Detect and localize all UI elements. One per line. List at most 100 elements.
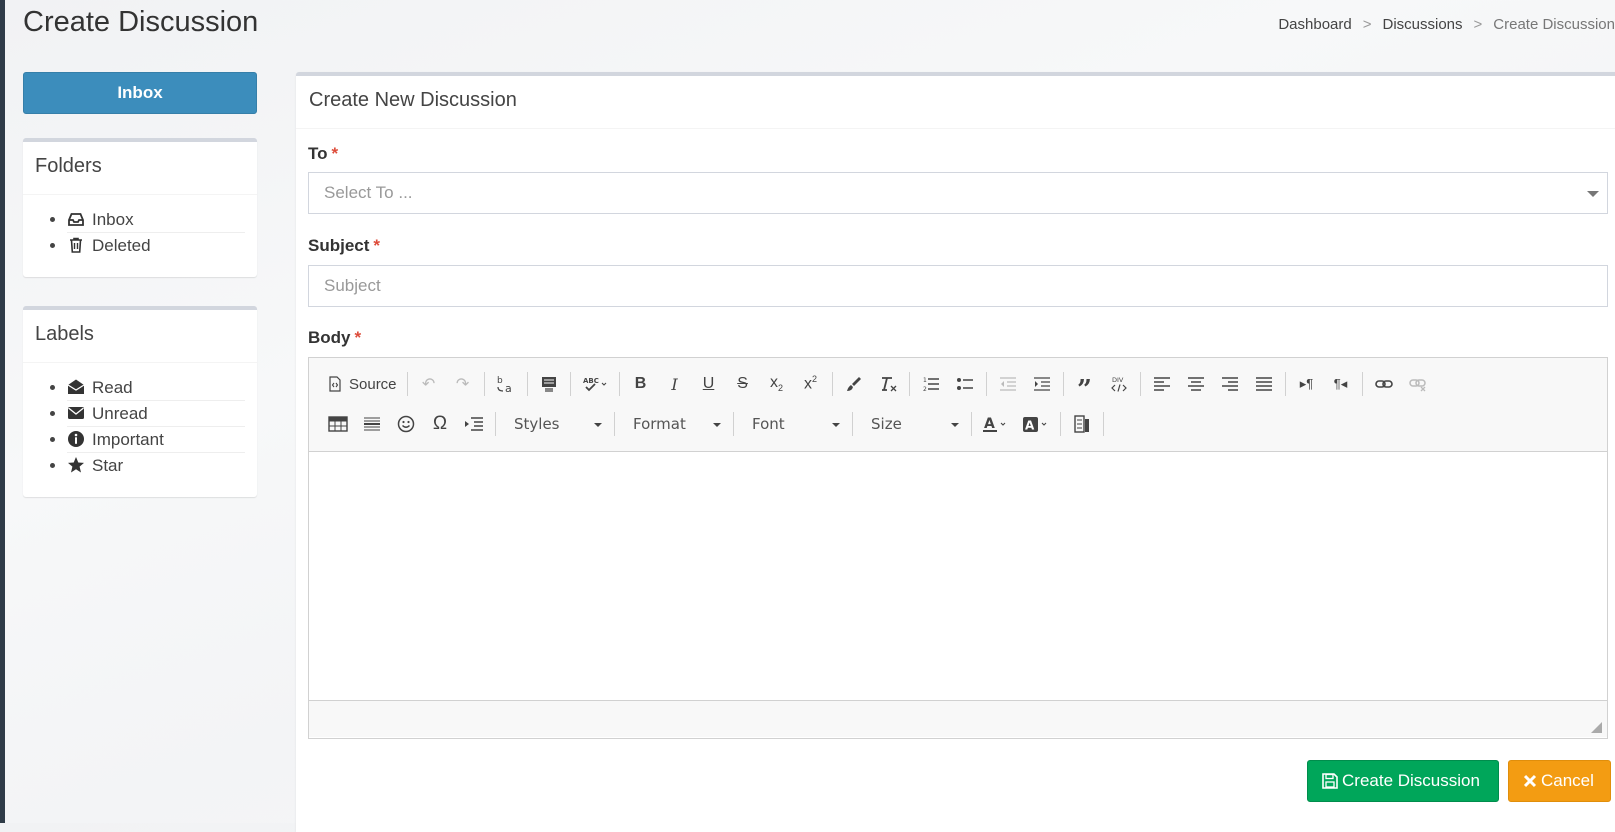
- resize-handle-icon[interactable]: [1591, 722, 1602, 733]
- editor-body-area[interactable]: [309, 452, 1607, 700]
- redo-button[interactable]: ↷: [446, 369, 480, 399]
- redo-icon: ↷: [455, 376, 470, 393]
- envelope-open-icon: [67, 378, 85, 396]
- toolbar-separator: [618, 372, 620, 396]
- show-blocks-button[interactable]: [1065, 409, 1099, 439]
- select-all-button[interactable]: [532, 369, 566, 399]
- panel-title: Create New Discussion: [296, 76, 1615, 129]
- subject-input[interactable]: [324, 276, 1592, 296]
- editor-footer: [309, 700, 1607, 737]
- to-label-text: To: [308, 144, 328, 163]
- remove-format-button[interactable]: [871, 369, 905, 399]
- folder-item-deleted[interactable]: Deleted: [67, 233, 245, 259]
- body-label: Body *: [308, 328, 361, 348]
- toolbar-separator: [1284, 372, 1286, 396]
- toolbar-separator: [1060, 412, 1061, 436]
- align-right-button[interactable]: [1213, 369, 1247, 399]
- close-icon: [1523, 774, 1537, 788]
- text-direction-rtl-icon: ¶◂: [1333, 376, 1348, 391]
- source-button[interactable]: Source: [321, 369, 403, 399]
- rtl-button[interactable]: ¶◂: [1324, 369, 1358, 399]
- cancel-button[interactable]: Cancel: [1508, 760, 1611, 802]
- font-dropdown[interactable]: Font: [738, 409, 848, 439]
- required-marker: *: [331, 144, 339, 163]
- info-circle-icon: [67, 430, 85, 448]
- indent-button[interactable]: [1025, 369, 1059, 399]
- copy-formatting-button[interactable]: [837, 369, 871, 399]
- align-left-button[interactable]: [1145, 369, 1179, 399]
- breadcrumb: Dashboard > Discussions > Create Discussion: [1278, 16, 1615, 33]
- select-all-icon: [541, 377, 556, 392]
- folders-box: Folders Inbox Deleted: [23, 138, 257, 277]
- undo-button[interactable]: ↶: [412, 369, 446, 399]
- folder-label: Inbox: [92, 210, 134, 229]
- blockquote-button[interactable]: ”: [1068, 369, 1102, 405]
- unlink-button[interactable]: [1401, 369, 1435, 399]
- align-center-button[interactable]: [1179, 369, 1213, 399]
- outdent-button[interactable]: [991, 369, 1025, 399]
- italic-button[interactable]: I: [658, 369, 692, 399]
- page-break-button[interactable]: [457, 409, 491, 439]
- svg-text:b: b: [497, 376, 503, 386]
- text-color-button[interactable]: A: [976, 409, 1016, 439]
- format-dropdown[interactable]: Format: [619, 409, 729, 439]
- link-button[interactable]: [1367, 369, 1401, 399]
- to-label: To *: [308, 144, 338, 164]
- smiley-icon: [397, 415, 415, 433]
- horizontal-line-button[interactable]: [355, 409, 389, 439]
- label-item-unread[interactable]: Unread: [67, 401, 245, 427]
- text-direction-ltr-icon: ▸¶: [1299, 376, 1314, 391]
- chevron-down-icon: [951, 423, 959, 427]
- labels-list: Read Unread Important Star: [23, 363, 257, 497]
- inbox-button[interactable]: Inbox: [23, 72, 257, 114]
- breadcrumb-current: Create Discussion: [1493, 16, 1615, 33]
- horizontal-rule-icon: [364, 417, 380, 431]
- special-char-button[interactable]: Ω: [423, 409, 457, 439]
- folders-list: Inbox Deleted: [23, 195, 257, 277]
- label-item-read[interactable]: Read: [67, 375, 245, 401]
- create-discussion-label: Create Discussion: [1342, 771, 1480, 790]
- svg-text:1: 1: [923, 377, 927, 384]
- superscript-button[interactable]: x2: [794, 369, 828, 399]
- justify-button[interactable]: [1247, 369, 1281, 399]
- spellcheck-button[interactable]: ABC: [575, 369, 615, 399]
- subscript-button[interactable]: x2: [760, 369, 794, 399]
- create-discussion-panel: Create New Discussion To * Select To ... …: [296, 72, 1615, 832]
- ltr-button[interactable]: ▸¶: [1290, 369, 1324, 399]
- subscript-icon: x2: [770, 374, 784, 394]
- svg-text:DIV: DIV: [1112, 376, 1124, 384]
- breadcrumb-dashboard[interactable]: Dashboard: [1278, 16, 1351, 33]
- numbered-list-button[interactable]: 12: [914, 369, 948, 399]
- bulleted-list-button[interactable]: [948, 369, 982, 399]
- toolbar-separator: [406, 372, 408, 396]
- toolbar-separator: [908, 372, 910, 396]
- underline-button[interactable]: U: [692, 369, 726, 399]
- div-container-icon: DIV: [1110, 376, 1127, 392]
- styles-dropdown[interactable]: Styles: [500, 409, 610, 439]
- align-right-icon: [1221, 377, 1238, 391]
- folder-item-inbox[interactable]: Inbox: [67, 207, 245, 233]
- blockquote-icon: ”: [1077, 375, 1093, 405]
- bold-icon: B: [634, 375, 647, 392]
- to-select[interactable]: Select To ...: [308, 172, 1608, 214]
- label-item-important[interactable]: Important: [67, 427, 245, 453]
- background-color-button[interactable]: A: [1016, 409, 1056, 439]
- table-button[interactable]: [321, 409, 355, 439]
- smiley-button[interactable]: [389, 409, 423, 439]
- replace-button[interactable]: ba: [489, 369, 523, 399]
- toolbar-separator: [569, 372, 571, 396]
- create-div-button[interactable]: DIV: [1102, 369, 1136, 399]
- bold-button[interactable]: B: [624, 369, 658, 399]
- strikethrough-button[interactable]: S: [726, 369, 760, 399]
- toolbar-separator: [483, 372, 485, 396]
- subject-field: [308, 265, 1608, 307]
- outdent-icon: [999, 377, 1016, 391]
- size-dropdown[interactable]: Size: [857, 409, 967, 439]
- toolbar-separator: [1361, 372, 1363, 396]
- label-text: Read: [92, 378, 133, 397]
- label-item-star[interactable]: Star: [67, 453, 245, 479]
- create-discussion-button[interactable]: Create Discussion: [1307, 760, 1499, 802]
- toolbar-separator: [1139, 372, 1141, 396]
- folders-title: Folders: [23, 142, 257, 195]
- breadcrumb-discussions[interactable]: Discussions: [1382, 16, 1462, 33]
